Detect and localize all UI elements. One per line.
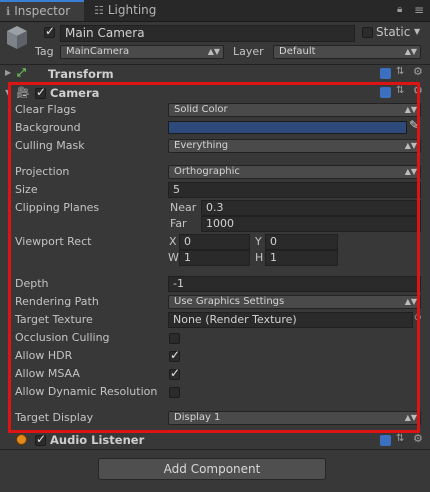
chevron-down-icon: ▲▼ — [404, 297, 417, 306]
foldout-arrow-icon[interactable]: ▼ — [5, 88, 11, 97]
viewport-w-input[interactable]: 1 — [179, 250, 250, 266]
chevron-down-icon: ▲▼ — [404, 47, 417, 56]
viewport-h-input[interactable]: 1 — [265, 250, 338, 266]
object-picker-icon[interactable]: ⊙ — [414, 313, 422, 323]
chevron-down-icon: ▲▼ — [404, 413, 417, 422]
viewport-x-label: X — [169, 235, 177, 248]
background-color-field[interactable] — [168, 121, 407, 134]
layer-dropdown[interactable]: Default ▲▼ — [273, 45, 421, 59]
target-texture-label: Target Texture — [15, 313, 93, 326]
gameobject-cube-icon — [7, 26, 27, 49]
size-label: Size — [15, 183, 38, 196]
culling-mask-dropdown[interactable]: Everything ▲▼ — [168, 139, 421, 153]
viewport-y-input[interactable]: 0 — [265, 234, 338, 250]
camera-enabled-checkbox[interactable] — [35, 85, 46, 99]
tab-inspector-label: Inspector — [14, 4, 71, 18]
active-checkbox[interactable] — [44, 24, 55, 38]
static-dropdown-arrow-icon[interactable]: ▼ — [414, 27, 420, 36]
target-display-dropdown[interactable]: Display 1 ▲▼ — [168, 411, 421, 425]
lock-icon[interactable]: 🔒︎ — [397, 4, 402, 15]
tag-label: Tag — [35, 45, 54, 58]
chevron-down-icon: ▲▼ — [404, 141, 417, 150]
gear-icon[interactable]: ⚙ — [413, 432, 423, 445]
object-name-input[interactable]: Main Camera — [60, 25, 355, 42]
clear-flags-value: Solid Color — [174, 104, 228, 115]
presets-icon[interactable]: ⇅ — [396, 85, 404, 96]
viewport-rect-label: Viewport Rect — [15, 235, 92, 248]
transform-title[interactable]: Transform — [48, 67, 114, 81]
far-input[interactable]: 1000 — [201, 216, 421, 232]
transform-icon: ⤢ — [17, 66, 26, 79]
allow-dynamic-resolution-checkbox[interactable] — [169, 387, 180, 398]
rendering-path-dropdown[interactable]: Use Graphics Settings ▲▼ — [168, 295, 421, 309]
tab-menu-icon[interactable]: ≡ — [414, 3, 424, 17]
size-input[interactable]: 5 — [168, 182, 421, 198]
clipping-planes-label: Clipping Planes — [15, 201, 100, 214]
depth-input[interactable]: -1 — [168, 276, 421, 292]
tag-dropdown[interactable]: MainCamera ▲▼ — [60, 45, 224, 59]
target-display-label: Target Display — [15, 411, 94, 424]
viewport-h-label: H — [255, 251, 264, 264]
near-label: Near — [170, 201, 197, 214]
allow-msaa-checkbox[interactable] — [169, 366, 180, 380]
lighting-icon: ☷ — [94, 4, 104, 17]
viewport-w-label: W — [168, 251, 179, 264]
static-checkbox[interactable] — [362, 27, 373, 38]
projection-label: Projection — [15, 165, 70, 178]
tag-value: MainCamera — [66, 46, 130, 57]
culling-mask-label: Culling Mask — [15, 139, 85, 152]
divider — [0, 64, 430, 65]
eyedropper-icon[interactable]: ✎ — [409, 118, 419, 132]
background-label: Background — [15, 121, 81, 134]
allow-msaa-label: Allow MSAA — [15, 367, 80, 380]
audio-listener-enabled-checkbox[interactable] — [35, 432, 46, 446]
add-component-button[interactable]: Add Component — [98, 458, 326, 480]
help-icon[interactable] — [380, 435, 391, 446]
rendering-path-value: Use Graphics Settings — [174, 296, 285, 307]
foldout-arrow-icon[interactable]: ▶ — [5, 68, 11, 77]
chevron-down-icon: ▲▼ — [404, 105, 417, 114]
audio-listener-title[interactable]: Audio Listener — [50, 433, 144, 447]
tab-lighting-label: Lighting — [107, 3, 157, 17]
allow-hdr-checkbox[interactable] — [169, 348, 180, 362]
viewport-x-input[interactable]: 0 — [179, 234, 250, 250]
clear-flags-label: Clear Flags — [15, 103, 77, 116]
audio-listener-icon — [16, 434, 27, 445]
allow-hdr-label: Allow HDR — [15, 349, 73, 362]
allow-dynamic-resolution-label: Allow Dynamic Resolution — [15, 385, 158, 398]
culling-mask-value: Everything — [174, 140, 229, 151]
camera-title[interactable]: Camera — [50, 86, 99, 100]
presets-icon[interactable]: ⇅ — [396, 433, 404, 444]
gear-icon[interactable]: ⚙ — [413, 84, 423, 97]
chevron-down-icon: ▲▼ — [404, 167, 417, 176]
clear-flags-dropdown[interactable]: Solid Color ▲▼ — [168, 103, 421, 117]
chevron-down-icon: ▲▼ — [207, 47, 220, 56]
projection-dropdown[interactable]: Orthographic ▲▼ — [168, 165, 421, 179]
projection-value: Orthographic — [174, 166, 240, 177]
static-label: Static — [376, 25, 411, 39]
near-input[interactable]: 0.3 — [201, 200, 421, 216]
gear-icon[interactable]: ⚙ — [413, 65, 423, 78]
far-label: Far — [170, 217, 187, 230]
layer-label: Layer — [233, 45, 264, 58]
camera-icon: 🎥︎ — [16, 86, 30, 99]
occlusion-culling-label: Occlusion Culling — [15, 331, 110, 344]
depth-label: Depth — [15, 277, 49, 290]
divider — [0, 449, 430, 450]
tab-inspector[interactable]: ℹ Inspector — [0, 0, 84, 21]
layer-value: Default — [279, 46, 316, 57]
viewport-y-label: Y — [255, 235, 262, 248]
tab-lighting[interactable]: ☷ Lighting — [88, 0, 168, 21]
target-display-value: Display 1 — [174, 412, 221, 423]
target-texture-field[interactable]: None (Render Texture) — [168, 312, 413, 328]
rendering-path-label: Rendering Path — [15, 295, 99, 308]
help-icon[interactable] — [380, 68, 391, 79]
help-icon[interactable] — [380, 87, 391, 98]
presets-icon[interactable]: ⇅ — [396, 66, 404, 77]
inspector-icon: ℹ — [6, 5, 11, 18]
occlusion-culling-checkbox[interactable] — [169, 333, 180, 344]
